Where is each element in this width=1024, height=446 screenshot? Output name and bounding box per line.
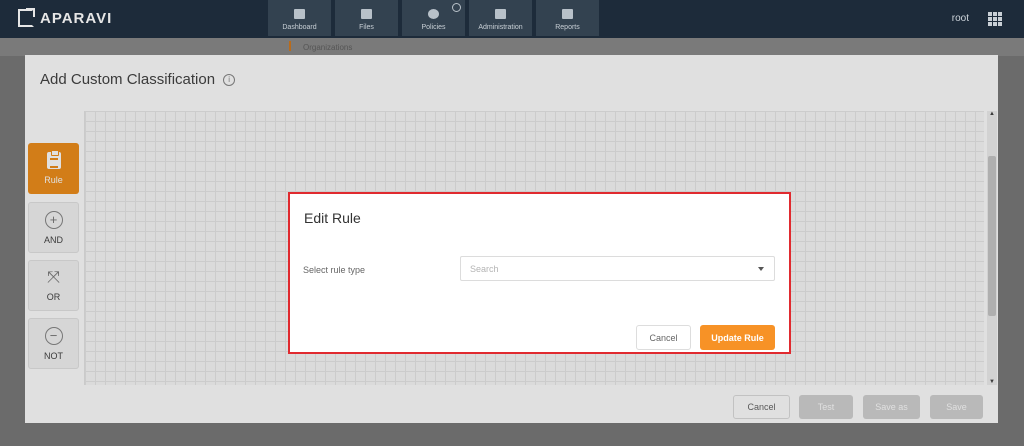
background-page-strip: Organizations [0,38,1024,56]
nav-label: Reports [555,24,580,31]
edit-rule-dialog: Edit Rule Select rule type Search Cancel… [288,192,791,354]
nav-policies[interactable]: Policies [402,0,465,36]
nav-label: Administration [478,24,523,31]
rule-type-select[interactable]: Search [460,256,775,281]
logo-text: APARAVI [40,9,113,27]
update-rule-button[interactable]: Update Rule [700,325,775,350]
aparavi-logo[interactable]: APARAVI [18,8,113,27]
breadcrumb: Organizations [303,43,353,52]
nav-dashboard[interactable]: Dashboard [268,0,331,36]
select-placeholder: Search [470,264,499,274]
nav-administration[interactable]: Administration [469,0,532,36]
report-icon [562,9,573,19]
main-nav: Dashboard Files Policies Administration … [268,0,599,36]
logo-mark-icon [18,8,35,27]
nav-label: Files [359,24,374,31]
nav-reports[interactable]: Reports [536,0,599,36]
users-icon [495,9,506,19]
gear-icon [428,9,439,19]
nav-label: Dashboard [282,24,317,31]
folder-icon [361,9,372,19]
crumb-marker [289,41,291,51]
chevron-down-icon [758,267,764,271]
rule-type-label: Select rule type [303,265,366,275]
dialog-cancel-button[interactable]: Cancel [636,325,691,350]
apps-grid-icon[interactable] [988,12,1002,26]
policies-badge-icon [452,3,461,12]
nav-files[interactable]: Files [335,0,398,36]
dialog-title: Edit Rule [304,210,361,226]
user-menu[interactable]: root [952,13,969,24]
top-navbar: APARAVI Dashboard Files Policies Adminis… [0,0,1024,38]
nav-label: Policies [421,24,446,31]
dashboard-icon [294,9,305,19]
